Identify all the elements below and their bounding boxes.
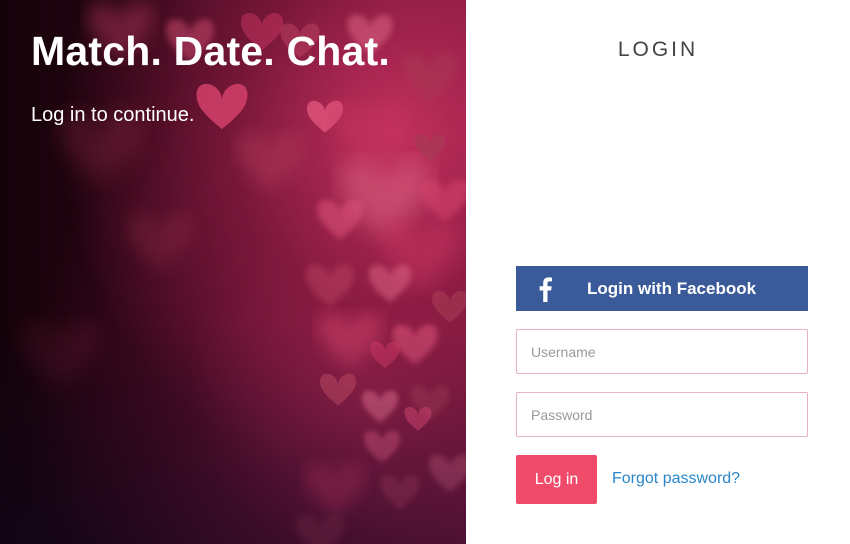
hero-title: Match. Date. Chat. (31, 28, 390, 74)
login-heading: LOGIN (617, 38, 699, 61)
forgot-password-link[interactable]: Forgot password? (612, 470, 740, 488)
hero-subtitle: Log in to continue. (31, 104, 195, 126)
facebook-login-button[interactable]: Login with Facebook (516, 266, 808, 311)
facebook-login-label: Login with Facebook (587, 278, 757, 298)
password-input[interactable] (516, 392, 808, 437)
login-panel: LOGIN Login with Facebook Log in Forgot … (466, 0, 850, 544)
hero-shade (0, 0, 466, 544)
login-submit-button[interactable]: Log in (516, 455, 597, 504)
username-input[interactable] (516, 329, 808, 374)
facebook-f-icon (516, 266, 574, 311)
hero-panel: Match. Date. Chat. Log in to continue. (0, 0, 466, 544)
